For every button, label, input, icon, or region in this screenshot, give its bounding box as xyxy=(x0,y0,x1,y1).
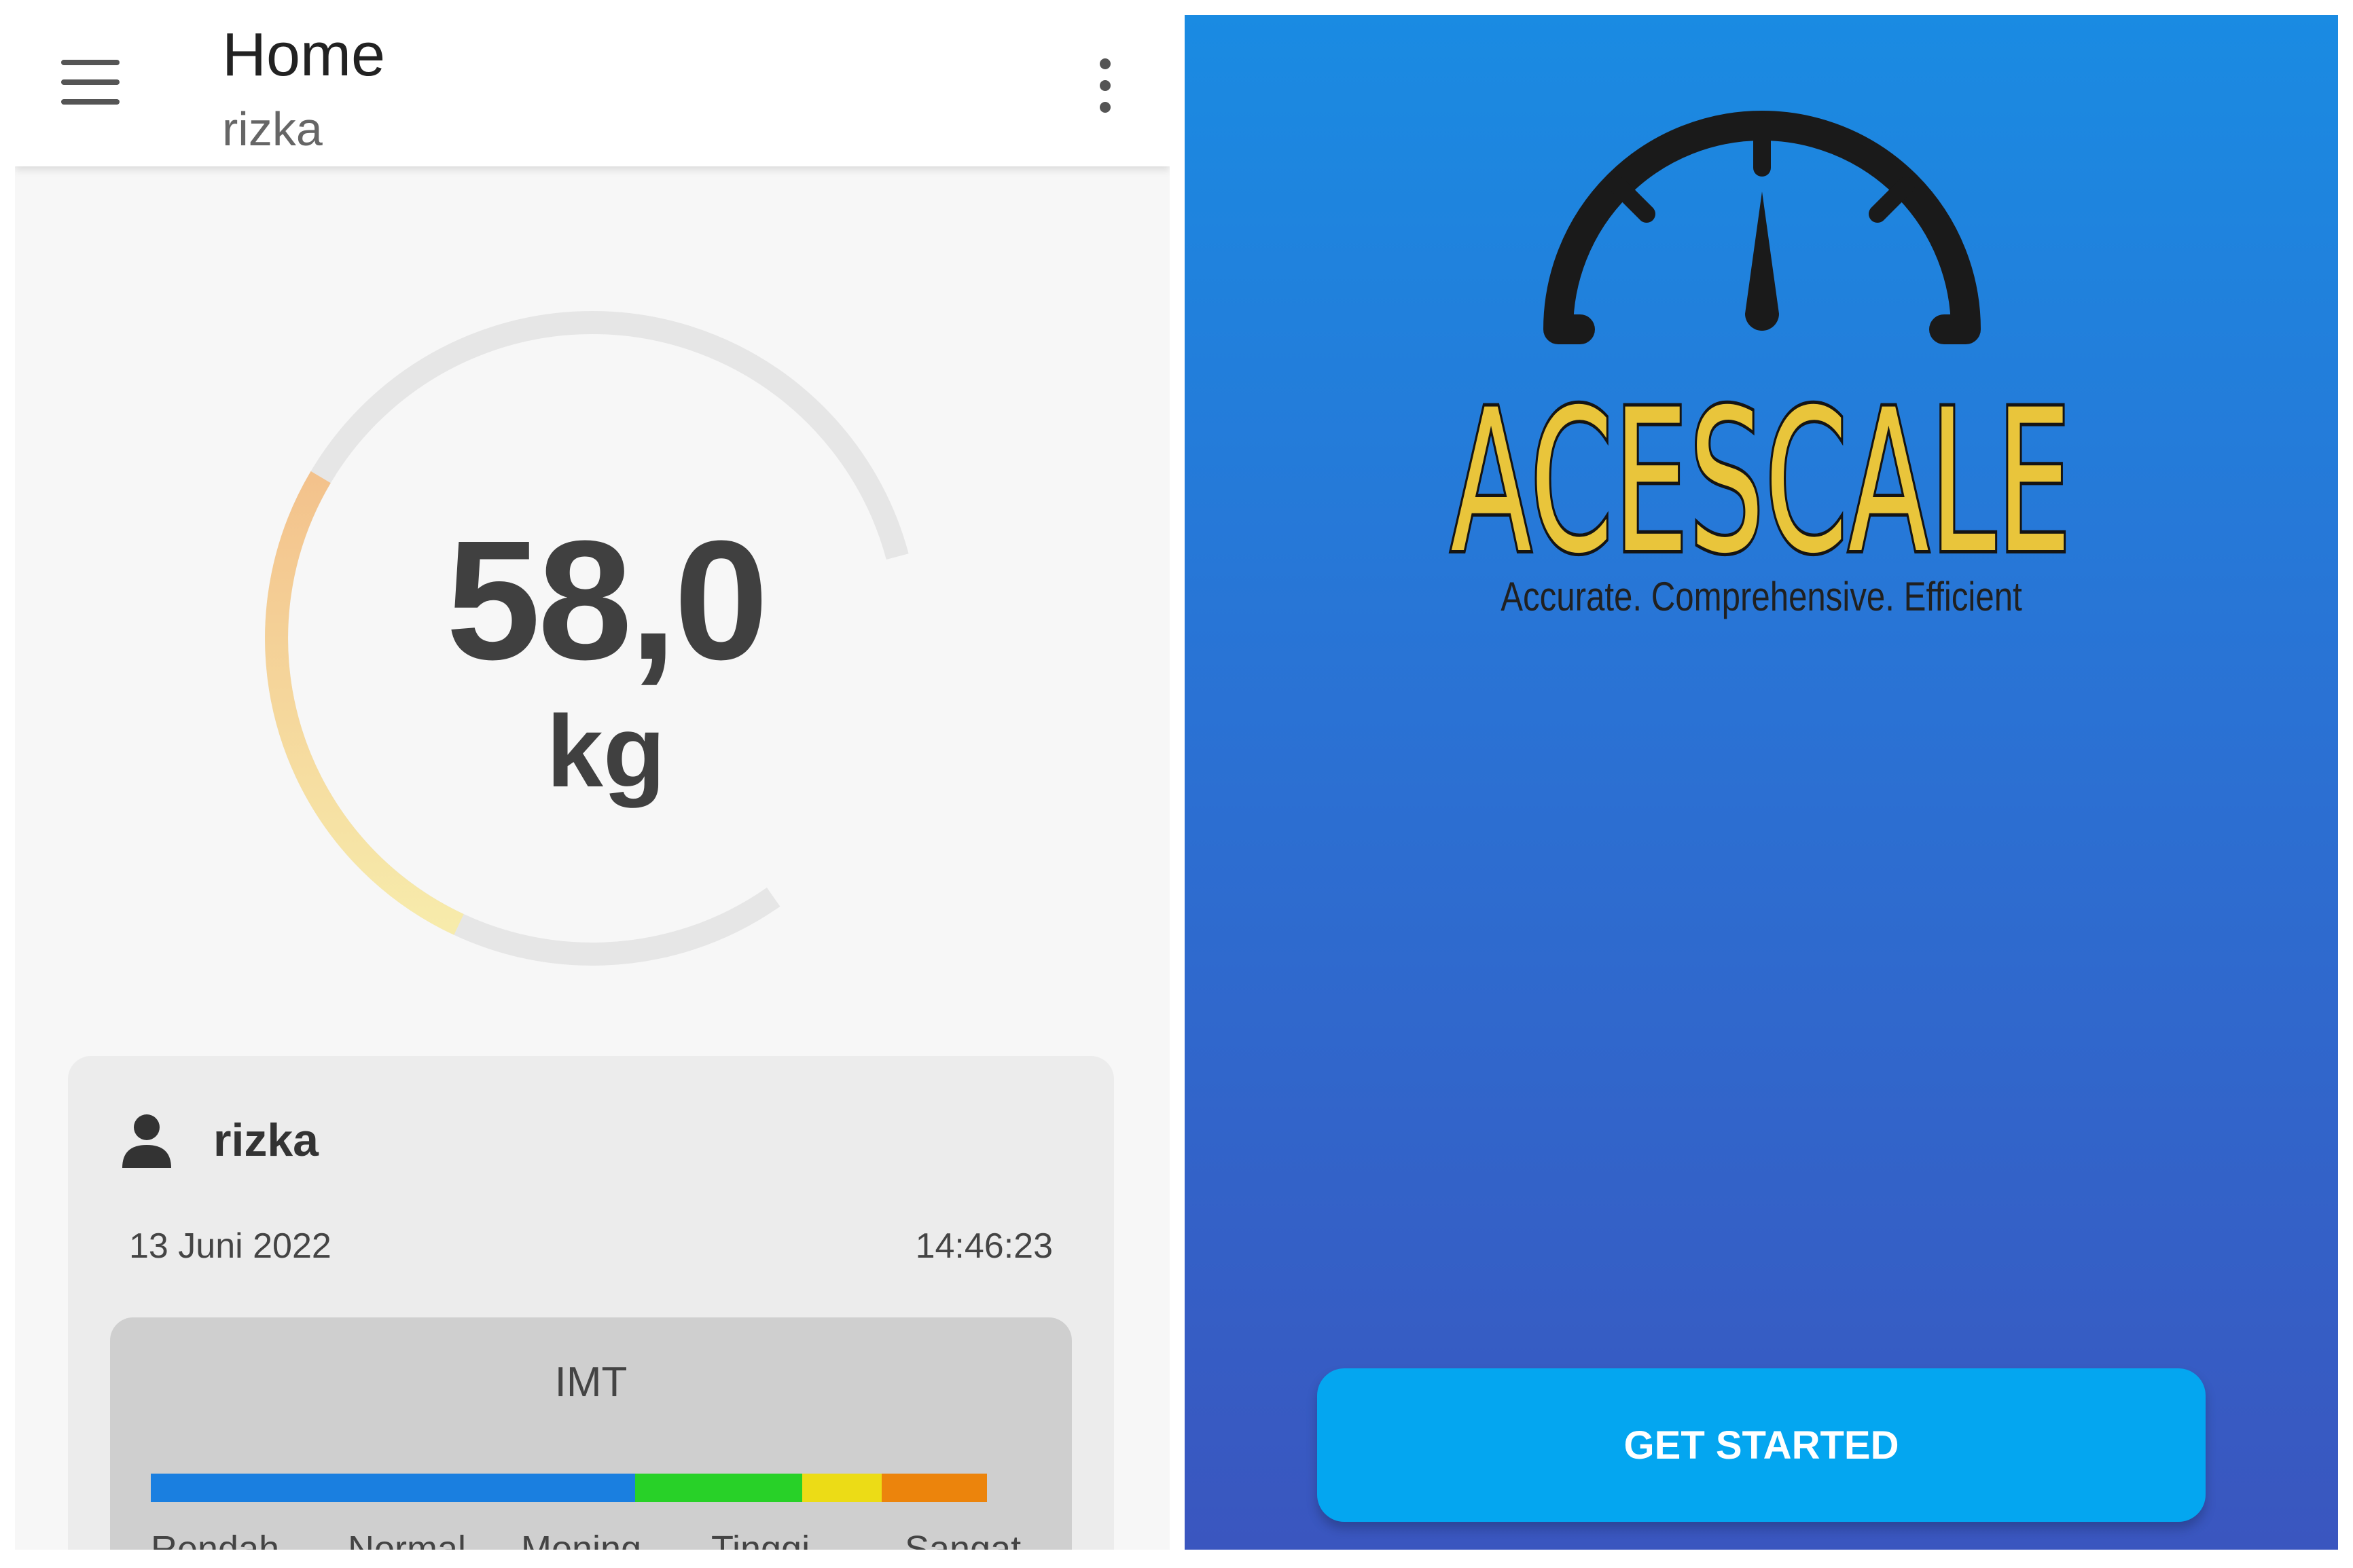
imt-panel: IMT Rendah Normal Moning Tinggi Sangat xyxy=(110,1317,1072,1550)
imt-categories: Rendah Normal Moning Tinggi Sangat xyxy=(151,1528,1031,1550)
page-subtitle: rizka xyxy=(222,103,323,156)
weight-unit: kg xyxy=(546,694,666,808)
person-icon xyxy=(122,1114,171,1168)
splash-screen: ACESCALE Accurate. Comprehensive. Effici… xyxy=(1185,15,2338,1550)
imt-category: Tinggi xyxy=(711,1529,810,1550)
measurement-card: rizka 13 Juni 2022 14:46:23 IMT Rendah N… xyxy=(68,1056,1114,1550)
app-bar: Home rizka xyxy=(15,0,1170,166)
imt-segment xyxy=(151,1474,635,1502)
speedometer-icon xyxy=(1543,111,1981,344)
imt-category: Normal xyxy=(348,1529,467,1550)
measurement-date: 13 Juni 2022 xyxy=(129,1226,331,1266)
imt-scale-bar xyxy=(151,1474,1031,1502)
imt-segment xyxy=(634,1474,803,1502)
measurement-time: 14:46:23 xyxy=(915,1226,1053,1266)
weight-value: 58,0 xyxy=(446,505,769,695)
menu-icon[interactable] xyxy=(61,60,122,107)
imt-label: IMT xyxy=(554,1359,628,1406)
brand-tagline: Accurate. Comprehensive. Efficient xyxy=(1501,574,2022,619)
get-started-button[interactable]: GET STARTED xyxy=(1317,1368,2206,1522)
imt-segment xyxy=(802,1474,882,1502)
page-title: Home xyxy=(222,21,386,89)
more-vert-icon[interactable] xyxy=(1096,58,1114,113)
imt-category: Rendah xyxy=(151,1529,280,1550)
imt-segment xyxy=(881,1474,988,1502)
imt-category: Sangat xyxy=(905,1529,1022,1550)
brand-name: ACESCALE xyxy=(1449,365,2074,600)
home-screen: Home rizka 58,0 kg rizka 13 Juni 2022 14… xyxy=(15,0,1170,1550)
card-user-name: rizka xyxy=(213,1114,319,1166)
imt-category: Moning xyxy=(521,1529,642,1550)
